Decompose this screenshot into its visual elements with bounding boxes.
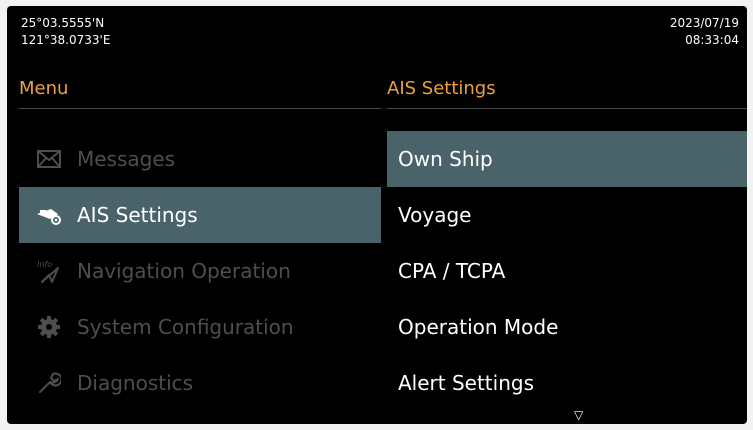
submenu-divider — [387, 108, 747, 109]
wrench-icon — [35, 369, 63, 397]
submenu-title: AIS Settings — [387, 78, 496, 99]
ship-settings-icon — [35, 201, 63, 229]
menu-divider — [19, 108, 381, 109]
menu-item-label: System Configuration — [77, 315, 294, 339]
gear-icon — [35, 313, 63, 341]
position-readout: 25°03.5555'N 121°38.0733'E — [21, 15, 110, 49]
latitude: 25°03.5555'N — [21, 16, 105, 30]
longitude: 121°38.0733'E — [21, 33, 111, 47]
menu-item-messages[interactable]: Messages — [19, 131, 381, 187]
time: 08:33:04 — [685, 33, 739, 47]
menu-item-navigation-operation[interactable]: Info Navigation Operation — [19, 243, 381, 299]
submenu-item-voyage[interactable]: Voyage — [387, 187, 747, 243]
menu-item-label: Messages — [77, 147, 176, 171]
date: 2023/07/19 — [669, 16, 739, 30]
svg-text:Info: Info — [37, 260, 52, 269]
scroll-down-indicator: ▽ — [574, 408, 584, 422]
device-screen: 25°03.5555'N 121°38.0733'E 2023/07/19 08… — [7, 6, 747, 424]
menu-item-ais-settings[interactable]: AIS Settings — [19, 187, 381, 243]
menu-item-label: Diagnostics — [77, 371, 194, 395]
menu-title: Menu — [19, 78, 69, 99]
datetime-readout: 2023/07/19 08:33:04 — [670, 15, 739, 49]
menu-item-label: Navigation Operation — [77, 259, 291, 283]
envelope-icon — [35, 145, 63, 173]
menu-item-diagnostics[interactable]: Diagnostics — [19, 355, 381, 411]
submenu-item-own-ship[interactable]: Own Ship — [387, 131, 747, 187]
info-navigation-icon: Info — [35, 257, 63, 285]
submenu-item-cpa-tcpa[interactable]: CPA / TCPA — [387, 243, 747, 299]
submenu-item-alert-settings[interactable]: Alert Settings — [387, 355, 747, 411]
menu-item-label: AIS Settings — [77, 203, 198, 227]
submenu-item-operation-mode[interactable]: Operation Mode — [387, 299, 747, 355]
menu-item-system-configuration[interactable]: System Configuration — [19, 299, 381, 355]
